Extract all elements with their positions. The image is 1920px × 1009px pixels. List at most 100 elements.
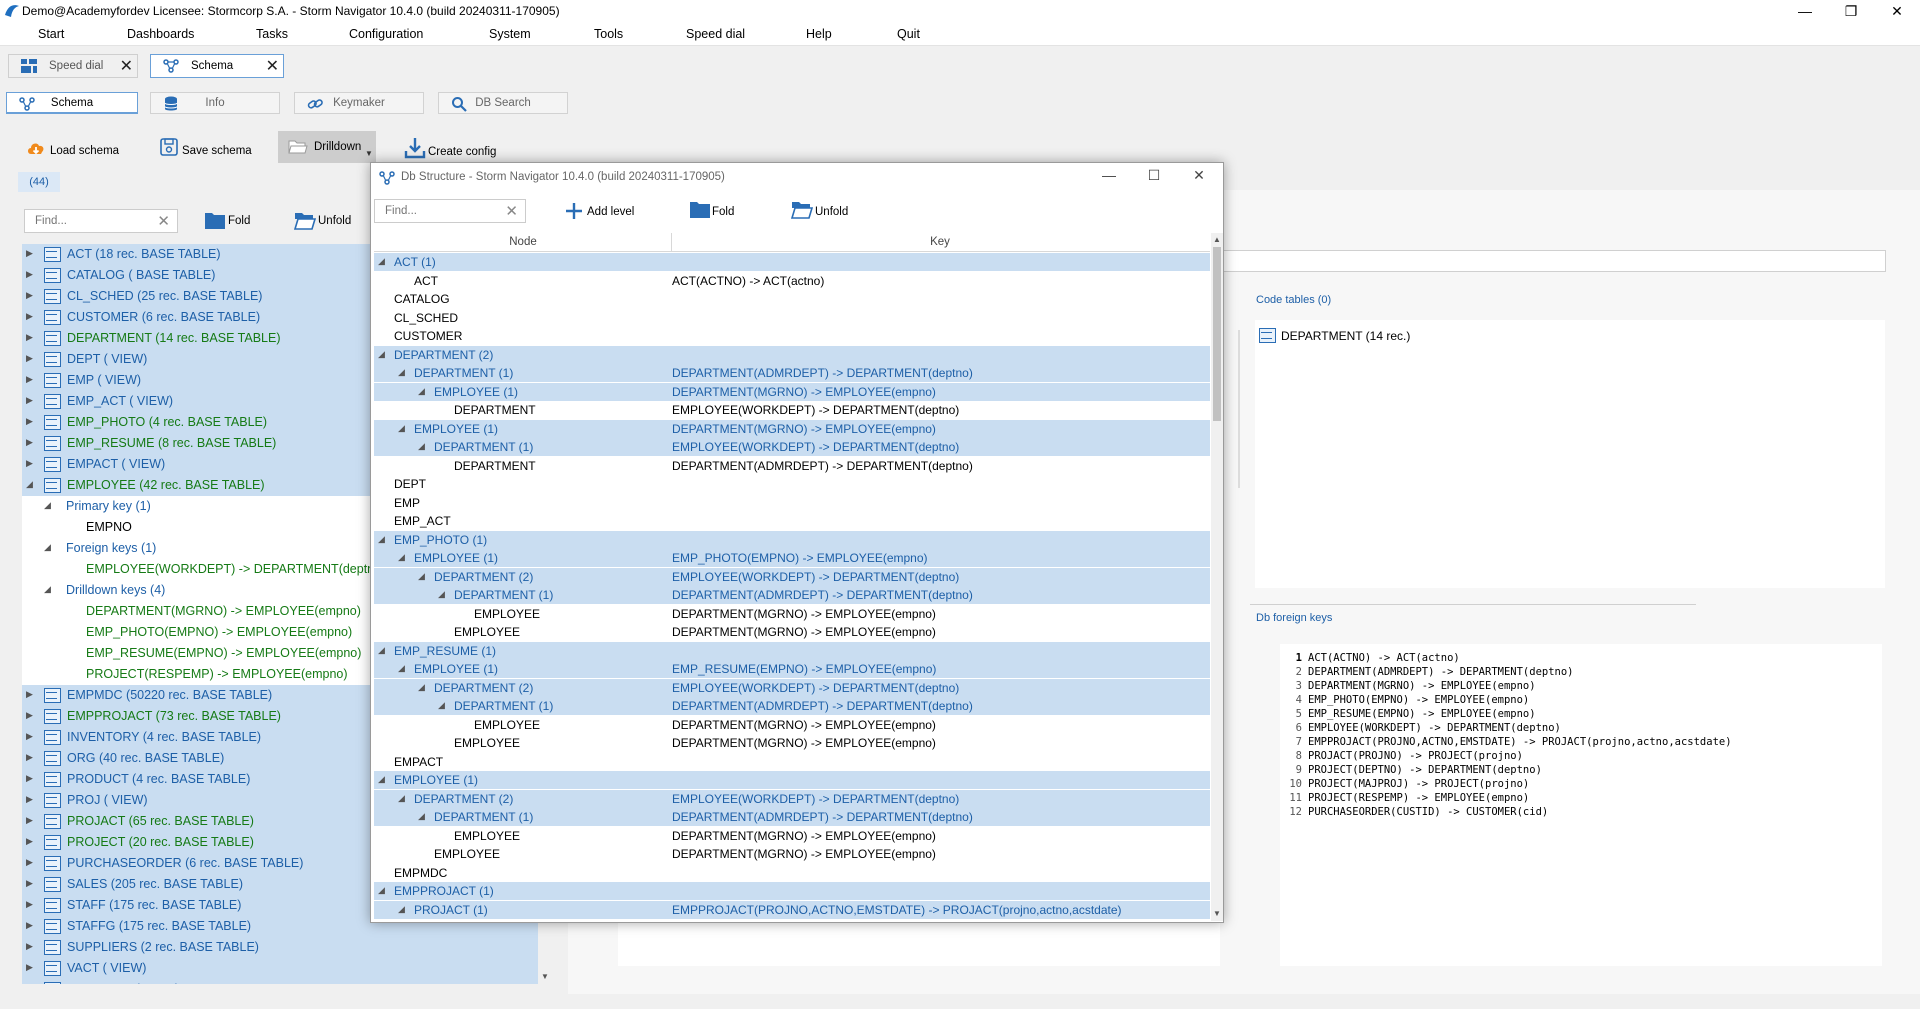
menu-system[interactable]: System (489, 27, 531, 41)
expand-arrow-icon[interactable]: ◢ (398, 423, 405, 434)
expand-arrow-icon[interactable]: ◢ (418, 386, 425, 397)
tab-schema[interactable]: Schema (6, 92, 138, 114)
dialog-close-button[interactable]: ✕ (1179, 167, 1219, 189)
expand-arrow-icon[interactable]: ◢ (398, 663, 405, 674)
collapse-arrow-icon[interactable]: ▶ (26, 836, 36, 846)
close-window-button[interactable]: ✕ (1874, 0, 1920, 22)
expand-arrow-icon[interactable]: ◢ (438, 589, 445, 600)
grid-row[interactable]: EMP_ACT (374, 512, 1210, 530)
expand-arrow-icon[interactable]: ◢ (398, 552, 405, 563)
expand-arrow-icon[interactable]: ◢ (378, 534, 385, 545)
grid-row[interactable]: EMPLOYEE DEPARTMENT(MGRNO) -> EMPLOYEE(em… (374, 716, 1210, 734)
close-tab-icon[interactable]: ✕ (120, 56, 133, 76)
collapse-arrow-icon[interactable]: ▶ (26, 878, 36, 888)
right-input-field[interactable] (1200, 250, 1886, 272)
grid-row[interactable]: ◢ PROJACT (1) EMPPROJACT(PROJNO,ACTNO,EMST… (374, 900, 1210, 919)
grid-row[interactable]: ◢ DEPARTMENT (1) DEPARTMENT(ADMRDEPT) -> D… (374, 808, 1210, 826)
grid-row[interactable]: EMP (374, 494, 1210, 512)
clear-icon[interactable]: ✕ (157, 212, 170, 230)
scroll-down-icon[interactable]: ▼ (1213, 909, 1221, 918)
menu-quit[interactable]: Quit (897, 27, 920, 41)
collapse-arrow-icon[interactable]: ▶ (26, 962, 36, 972)
expand-arrow-icon[interactable]: ◢ (398, 367, 405, 378)
tree-item[interactable]: ▶ VACT ( VIEW) (22, 958, 540, 979)
expand-arrow-icon[interactable]: ◢ (398, 904, 405, 915)
expand-arrow-icon[interactable]: ◢ (44, 542, 54, 552)
dialog-maximize-button[interactable]: ☐ (1134, 167, 1174, 189)
doc-tab-speed-dial[interactable]: Speed dial ✕ (8, 54, 138, 78)
grid-row[interactable]: EMPLOYEE DEPARTMENT(MGRNO) -> EMPLOYEE(em… (374, 605, 1210, 623)
menu-start[interactable]: Start (38, 27, 64, 41)
drilldown-button[interactable]: Drilldown ▼ (278, 131, 376, 163)
grid-row[interactable]: ◢ DEPARTMENT (1) DEPARTMENT(ADMRDEPT) -> D… (374, 697, 1210, 715)
dialog-fold-button[interactable]: Fold (689, 197, 749, 227)
collapse-arrow-icon[interactable]: ▶ (26, 374, 36, 384)
grid-row[interactable]: ◢ EMPLOYEE (1) DEPARTMENT(MGRNO) -> EMPLOY… (374, 382, 1210, 401)
collapse-arrow-icon[interactable]: ▶ (26, 857, 36, 867)
collapse-arrow-icon[interactable]: ▶ (26, 920, 36, 930)
expand-arrow-icon[interactable]: ◢ (44, 500, 54, 510)
grid-row[interactable]: ◢ DEPARTMENT (1) EMPLOYEE(WORKDEPT) -> DEP… (374, 438, 1210, 456)
grid-row[interactable]: ◢ ACT (1) (374, 253, 1210, 271)
grid-row[interactable]: ◢ DEPARTMENT (1) DEPARTMENT(ADMRDEPT) -> D… (374, 364, 1210, 382)
menu-tasks[interactable]: Tasks (256, 27, 288, 41)
expand-arrow-icon[interactable]: ◢ (378, 349, 385, 360)
grid-row[interactable]: ◢ EMP_PHOTO (1) (374, 530, 1210, 549)
minimize-button[interactable]: — (1782, 0, 1828, 22)
grid-row[interactable]: CATALOG (374, 290, 1210, 308)
collapse-arrow-icon[interactable]: ▶ (26, 773, 36, 783)
menu-tools[interactable]: Tools (594, 27, 623, 41)
collapse-arrow-icon[interactable]: ▶ (26, 752, 36, 762)
collapse-arrow-icon[interactable]: ▶ (26, 983, 36, 984)
grid-row[interactable]: DEPARTMENT DEPARTMENT(ADMRDEPT) -> DEPART… (374, 457, 1210, 475)
col-header-node[interactable]: Node (374, 236, 672, 248)
collapse-arrow-icon[interactable]: ▶ (26, 437, 36, 447)
collapse-arrow-icon[interactable]: ▶ (26, 353, 36, 363)
collapse-arrow-icon[interactable]: ▶ (26, 710, 36, 720)
grid-row[interactable]: CL_SCHED (374, 309, 1210, 327)
clear-icon[interactable]: ✕ (505, 202, 518, 220)
grid-row[interactable]: CUSTOMER (374, 327, 1210, 345)
code-tables-list[interactable]: DEPARTMENT (14 rec.) (1255, 320, 1885, 588)
grid-row[interactable]: DEPT (374, 475, 1210, 493)
collapse-arrow-icon[interactable]: ▶ (26, 731, 36, 741)
doc-tab-schema[interactable]: Schema ✕ (150, 54, 284, 78)
collapse-arrow-icon[interactable]: ▶ (26, 689, 36, 699)
dropdown-arrow-icon[interactable]: ▼ (365, 149, 373, 158)
grid-row[interactable]: EMPLOYEE DEPARTMENT(MGRNO) -> EMPLOYEE(em… (374, 734, 1210, 752)
expand-arrow-icon[interactable]: ◢ (438, 700, 445, 711)
restore-button[interactable]: ❐ (1828, 0, 1874, 22)
collapse-arrow-icon[interactable]: ▶ (26, 311, 36, 321)
expand-arrow-icon[interactable]: ◢ (378, 885, 385, 896)
load-schema-button[interactable]: Load schema (26, 136, 126, 166)
grid-row[interactable]: ◢ EMPLOYEE (1) (374, 771, 1210, 789)
expand-arrow-icon[interactable]: ◢ (418, 682, 425, 693)
expand-arrow-icon[interactable]: ◢ (418, 571, 425, 582)
collapse-arrow-icon[interactable]: ▶ (26, 899, 36, 909)
expand-arrow-icon[interactable]: ◢ (398, 793, 405, 804)
collapse-arrow-icon[interactable]: ▶ (26, 815, 36, 825)
collapse-arrow-icon[interactable]: ▶ (26, 269, 36, 279)
tree-item[interactable]: ▶ SUPPLIERS (2 rec. BASE TABLE) (22, 937, 540, 958)
menu-help[interactable]: Help (806, 27, 832, 41)
left-fold-button[interactable]: Fold (204, 211, 274, 233)
scroll-up-icon[interactable]: ▲ (1213, 235, 1221, 244)
grid-row[interactable]: ◢ EMPLOYEE (1) EMP_PHOTO(EMPNO) -> EMPLOYE… (374, 549, 1210, 567)
scroll-thumb[interactable] (1213, 247, 1221, 421)
grid-row[interactable]: EMPLOYEE DEPARTMENT(MGRNO) -> EMPLOYEE(em… (374, 623, 1210, 641)
scroll-down-icon[interactable]: ▼ (541, 972, 549, 981)
grid-row[interactable]: ◢ EMPLOYEE (1) DEPARTMENT(MGRNO) -> EMPLOY… (374, 419, 1210, 438)
expand-arrow-icon[interactable]: ◢ (378, 256, 385, 267)
grid-row[interactable]: ◢ DEPARTMENT (2) EMPLOYEE(WORKDEPT) -> DEP… (374, 567, 1210, 586)
grid-row[interactable]: ACT ACT(ACTNO) -> ACT(actno) (374, 272, 1210, 290)
grid-row[interactable]: ◢ EMP_RESUME (1) (374, 641, 1210, 660)
tab-info[interactable]: Info (150, 92, 280, 114)
collapse-arrow-icon[interactable]: ▶ (26, 941, 36, 951)
collapse-arrow-icon[interactable]: ▶ (26, 290, 36, 300)
tree-item[interactable]: ▶ VASTRDE1 ( VIEW) (22, 979, 540, 984)
save-schema-button[interactable]: Save schema (158, 136, 258, 166)
left-unfold-button[interactable]: Unfold (294, 211, 364, 233)
code-table-item[interactable]: DEPARTMENT (14 rec.) (1281, 329, 1410, 343)
dialog-scrollbar[interactable]: ▲ ▼ (1211, 233, 1223, 921)
collapse-arrow-icon[interactable]: ▶ (26, 395, 36, 405)
